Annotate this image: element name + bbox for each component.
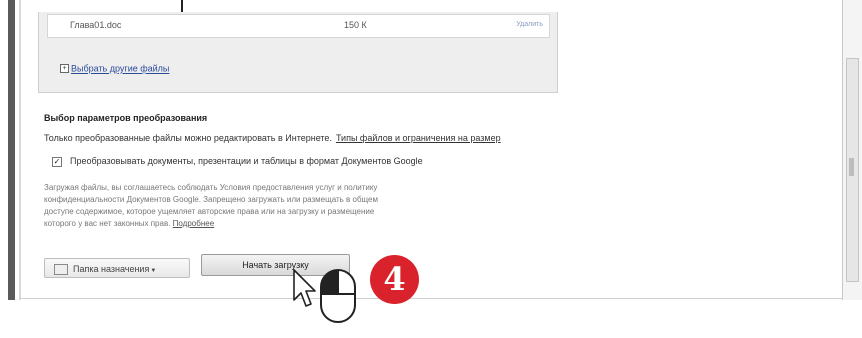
- add-files-label: Выбрать другие файлы: [71, 63, 170, 74]
- checkbox-checked-icon[interactable]: ✓: [52, 156, 62, 167]
- left-frame-divider: [19, 0, 21, 300]
- plus-icon: +: [60, 64, 69, 74]
- folder-icon: [54, 264, 68, 275]
- terms-text: Загружая файлы, вы соглашаетесь соблюдат…: [44, 182, 544, 230]
- scrollbar-thumb[interactable]: [849, 158, 854, 176]
- section-title: Выбор параметров преобразования: [44, 113, 208, 123]
- destination-folder-label: Папка назначения: [73, 264, 150, 274]
- panel-bottom-border: [20, 298, 842, 299]
- conversion-hint-text: Только преобразованные файлы можно редак…: [44, 133, 332, 143]
- mouse-left-click-icon: [320, 269, 356, 323]
- mouse-pointer-icon: [293, 269, 316, 307]
- convert-option[interactable]: ✓ Преобразовывать документы, презентации …: [52, 156, 423, 167]
- terms-line: Загружая файлы, вы соглашаетесь соблюдат…: [44, 183, 378, 192]
- convert-checkbox-label: Преобразовывать документы, презентации и…: [70, 156, 423, 166]
- terms-line: доступе содержимое, которое ущемляет авт…: [44, 207, 375, 216]
- remove-file-link[interactable]: Удалить: [516, 21, 543, 28]
- terms-line-last: которого у вас нет законных прав. Подроб…: [44, 218, 544, 230]
- step-number-badge: 4: [370, 255, 419, 304]
- file-types-link[interactable]: Типы файлов и ограничения на размер: [336, 133, 501, 143]
- dropdown-caret-icon: ▼: [150, 268, 157, 274]
- file-name: Глава01.doc: [70, 20, 122, 30]
- left-frame-bar: [8, 0, 15, 300]
- file-row: Глава01.doc 150 К Удалить: [47, 14, 550, 38]
- terms-line: которого у вас нет законных прав.: [44, 219, 171, 228]
- terms-line: конфиденциальности Документов Google. За…: [44, 195, 378, 204]
- add-files-link[interactable]: + Выбрать другие файлы: [60, 63, 169, 74]
- destination-folder-button[interactable]: Папка назначения▼: [44, 258, 190, 278]
- file-size: 150 К: [344, 20, 367, 30]
- conversion-hint: Только преобразованные файлы можно редак…: [44, 133, 501, 143]
- more-info-link[interactable]: Подробнее: [173, 219, 215, 228]
